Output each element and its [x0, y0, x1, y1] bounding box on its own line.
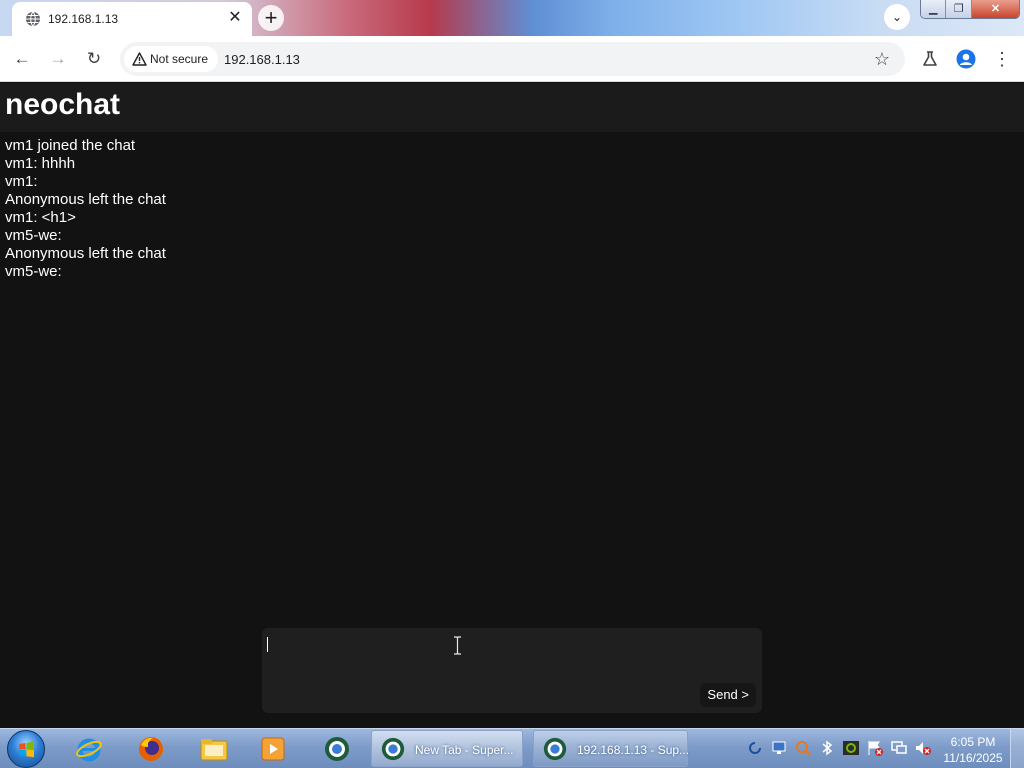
address-bar[interactable]: Not secure 192.168.1.13 ☆	[120, 42, 905, 76]
browser-icon	[543, 737, 567, 761]
send-button[interactable]: Send >	[700, 683, 756, 707]
chat-message: vm5-we:	[5, 227, 66, 244]
browser-tab[interactable]: 192.168.1.13 ✕	[12, 2, 252, 36]
chat-message: Anonymous left the chat	[5, 191, 166, 208]
labs-flask-icon[interactable]	[918, 47, 942, 71]
ibeam-cursor-icon	[454, 636, 461, 655]
taskbar-task[interactable]: 192.168.1.13 - Sup...	[533, 730, 690, 767]
windows-logo-icon	[19, 741, 34, 758]
chat-message: vm5-we:	[5, 263, 66, 280]
chat-page: neochat vm1 joined the chat vm1: hhhh vm…	[0, 83, 1024, 728]
taskbar-task[interactable]: New Tab - Super...	[371, 730, 523, 767]
flag-alert-icon[interactable]	[866, 739, 884, 757]
page-header: neochat	[0, 83, 1024, 132]
window-close-icon[interactable]: ✕	[971, 0, 1019, 18]
window-controls: ▁ ❐ ✕	[920, 0, 1020, 19]
warning-triangle-icon	[132, 52, 147, 66]
clock-time: 6:05 PM	[950, 735, 996, 749]
security-indicator[interactable]: Not secure	[124, 46, 218, 72]
search-tool-icon[interactable]	[794, 739, 812, 757]
more-menu-icon[interactable]: ⋮	[990, 47, 1014, 71]
forward-arrow-icon[interactable]: →	[46, 47, 70, 71]
internet-explorer-icon[interactable]	[71, 731, 107, 767]
text-caret	[267, 637, 268, 652]
message-input[interactable]	[266, 632, 696, 672]
browser-icon[interactable]	[319, 731, 355, 767]
security-label: Not secure	[150, 52, 209, 66]
chat-message: Anonymous left the chat	[5, 245, 166, 262]
url-text[interactable]: 192.168.1.13	[224, 52, 300, 67]
browser-icon	[381, 737, 405, 761]
chat-message: vm1: <h1>	[5, 209, 76, 226]
reload-icon[interactable]: ↻	[82, 47, 106, 71]
system-clock[interactable]: 6:05 PM 11/16/2025	[942, 734, 1004, 766]
profile-icon[interactable]	[954, 47, 978, 71]
maximize-icon[interactable]: ❐	[946, 0, 972, 18]
chevron-down-icon[interactable]: ⌄	[884, 4, 910, 30]
system-tray	[744, 739, 940, 759]
bluetooth-icon[interactable]	[818, 739, 836, 757]
start-button[interactable]	[7, 730, 45, 768]
sync-icon[interactable]	[746, 739, 764, 757]
browser-toolbar: ← → ↻ Not secure 192.168.1.13 ☆ ⋮	[0, 36, 1024, 82]
minimize-icon[interactable]: ▁	[921, 0, 947, 18]
chat-message: vm1: hhhh	[5, 155, 76, 172]
media-player-icon[interactable]	[255, 731, 291, 767]
chat-message: vm1 joined the chat	[5, 137, 136, 154]
file-explorer-icon[interactable]	[195, 731, 231, 767]
chat-message: vm1:	[5, 173, 42, 190]
task-label: 192.168.1.13 - Sup...	[577, 743, 690, 757]
close-icon[interactable]: ✕	[226, 9, 244, 27]
star-icon[interactable]: ☆	[871, 48, 893, 70]
tab-title: 192.168.1.13	[48, 12, 119, 26]
taskbar: New Tab - Super... 192.168.1.13 - Sup...	[0, 728, 1024, 768]
message-composer: Send >	[262, 628, 762, 713]
message-list: vm1 joined the chat vm1: hhhh vm1: Anony…	[5, 137, 1005, 281]
page-title: neochat	[5, 88, 121, 121]
network-icon[interactable]	[890, 739, 908, 757]
volume-muted-icon[interactable]	[914, 739, 932, 757]
firefox-icon[interactable]	[133, 731, 169, 767]
back-arrow-icon[interactable]: ←	[10, 47, 34, 71]
plus-icon[interactable]: +	[258, 5, 284, 31]
globe-icon	[26, 11, 40, 27]
show-desktop-button[interactable]	[1010, 729, 1024, 768]
task-label: New Tab - Super...	[415, 743, 514, 757]
clock-date: 11/16/2025	[943, 751, 1003, 765]
nvidia-icon[interactable]	[842, 739, 860, 757]
network-manager-icon[interactable]	[770, 739, 788, 757]
browser-title-bar: 192.168.1.13 ✕ + ⌄ ▁ ❐ ✕	[0, 0, 1024, 36]
